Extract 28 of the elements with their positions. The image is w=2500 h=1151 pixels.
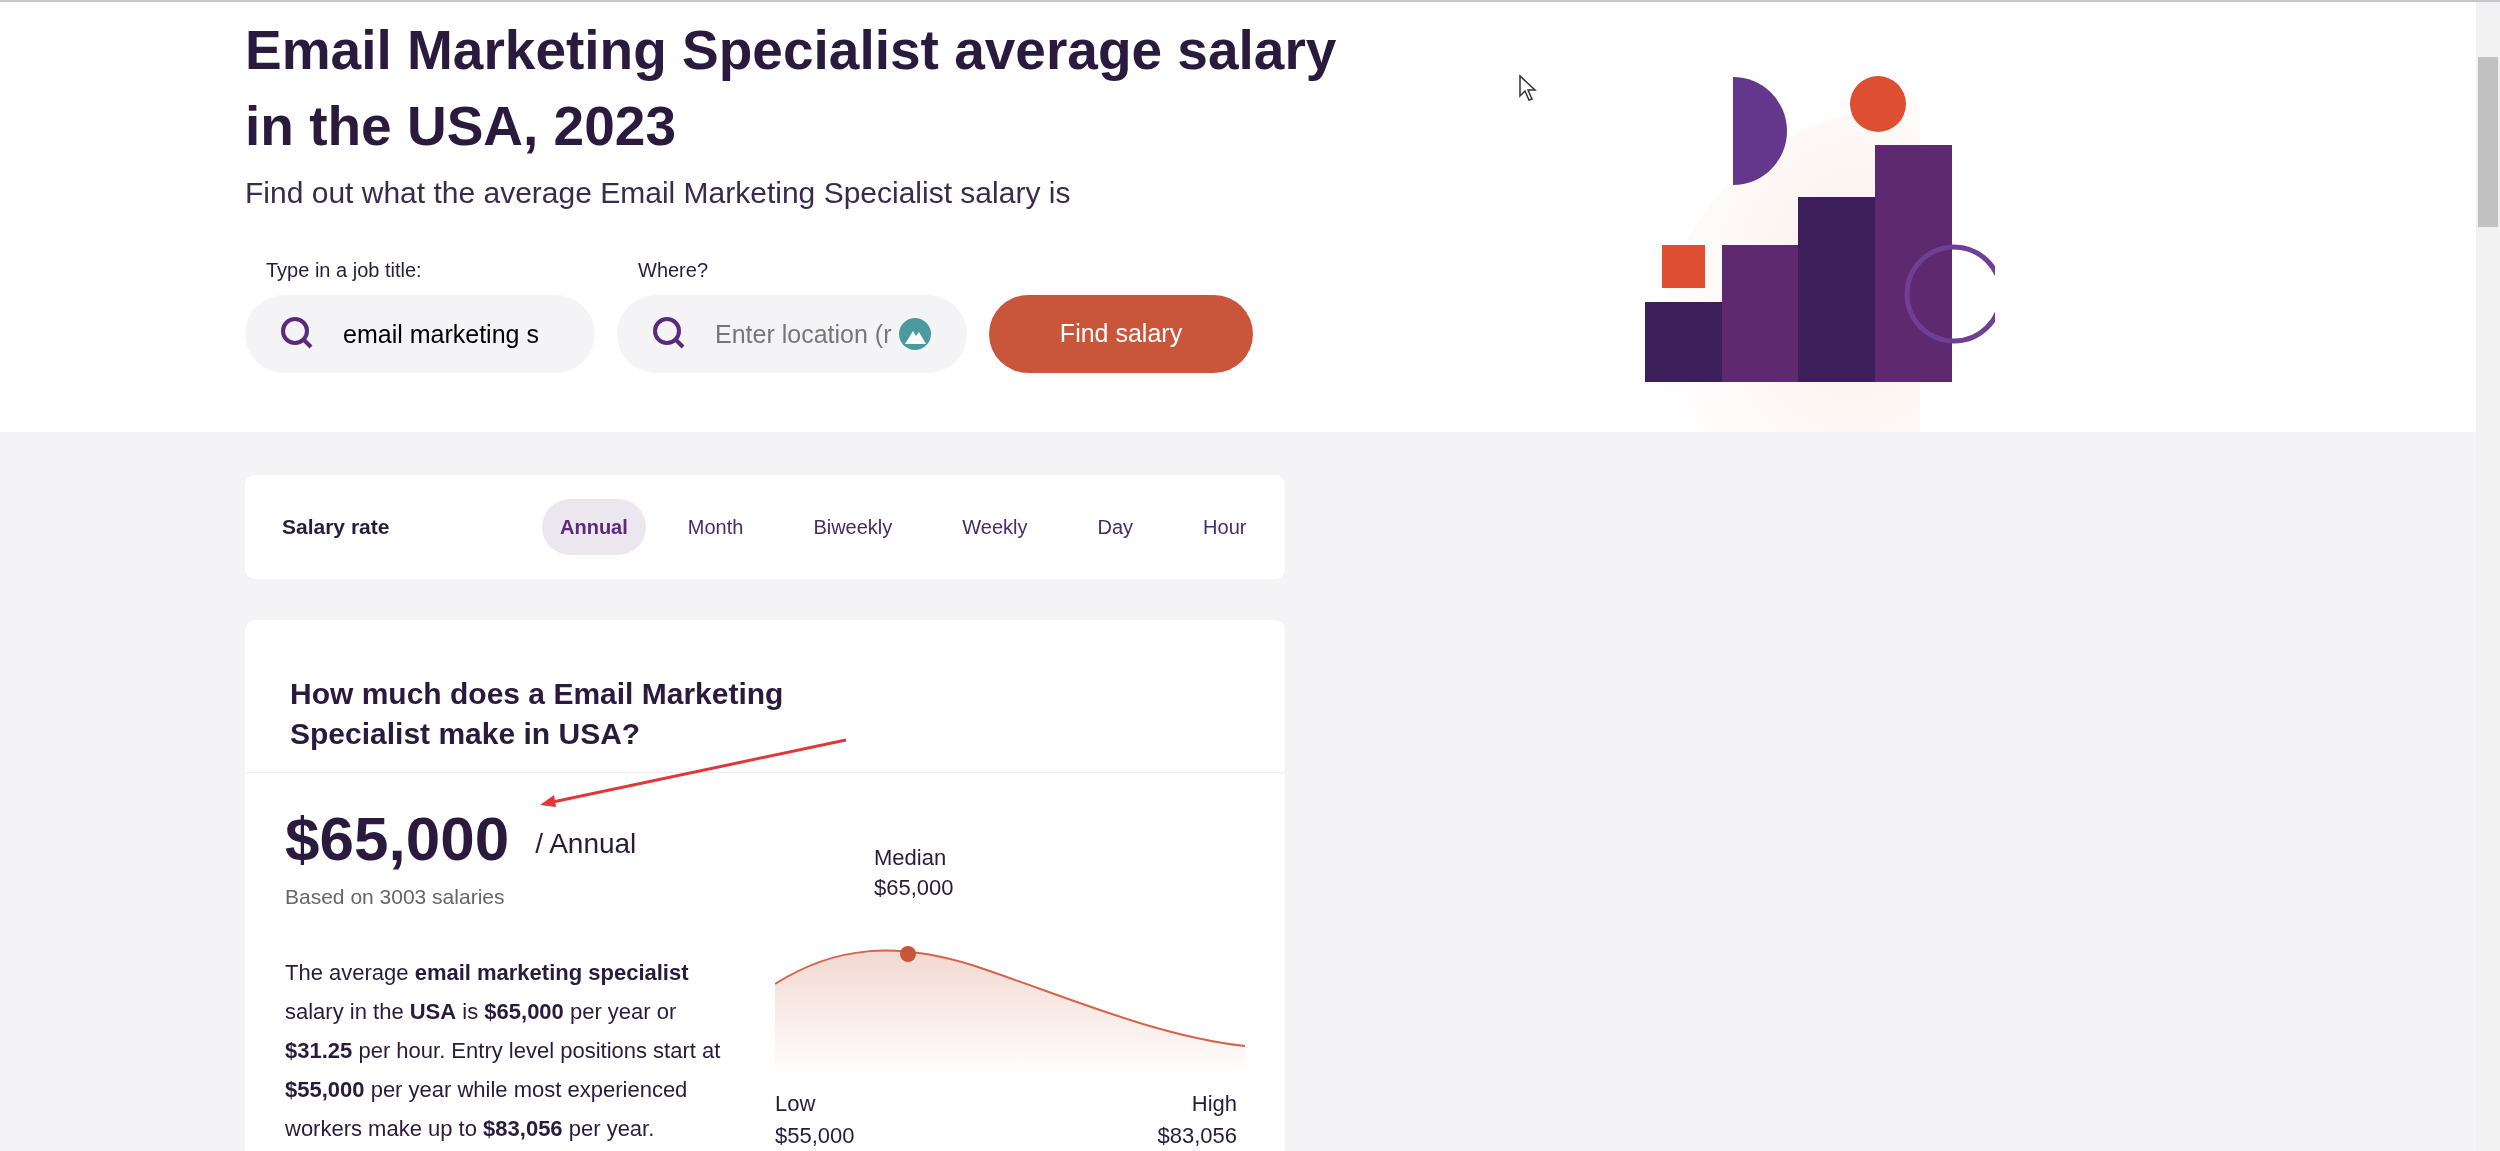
salary-amount: $65,000: [285, 803, 510, 875]
rate-tab[interactable]: Day: [1079, 499, 1152, 555]
salary-description: The average email marketing specialist salary in the USA is $65,000 per year or $31.25 per hour. Entry level positions start at $55,000 per year while most experienced workers make up to $83,056 per year.: [285, 958, 722, 1143]
rate-tab[interactable]: Month: [669, 499, 762, 555]
card-heading: How much does a Email Marketing Specialist make in USA?: [289, 676, 785, 752]
find-salary-button[interactable]: Find salary: [989, 295, 1253, 373]
job-title-field[interactable]: email marketing s: [245, 295, 595, 373]
location-field[interactable]: Enter location (r: [617, 295, 967, 373]
rate-tab[interactable]: Biweekly: [795, 499, 911, 555]
page-title: Email Marketing Specialist average salary in the USA, 2023: [245, 18, 1338, 159]
scrollbar[interactable]: [2476, 2, 2500, 1151]
high-value: $83,056: [1157, 1122, 1237, 1150]
field-label: Type in a job title:: [266, 258, 423, 283]
field-label: Where?: [638, 258, 710, 283]
mountain-icon[interactable]: [899, 318, 931, 350]
rate-tab[interactable]: Hour: [1185, 499, 1265, 555]
salary-rate-label: Salary rate: [282, 514, 391, 541]
median-value: $65,000: [874, 874, 954, 902]
page-subtitle: Find out what the average Email Marketing Specialist salary is: [245, 175, 1072, 211]
salary-period: / Annual: [535, 827, 637, 861]
low-label: Low: [775, 1090, 816, 1118]
low-value: $55,000: [775, 1122, 855, 1150]
high-label: High: [1191, 1090, 1237, 1118]
rate-tab[interactable]: Annual: [542, 499, 646, 555]
cursor-icon: [1518, 74, 1538, 102]
rate-tab[interactable]: Weekly: [944, 499, 1046, 555]
salary-count: Based on 3003 salaries: [285, 884, 506, 910]
median-label: Median: [874, 844, 947, 872]
